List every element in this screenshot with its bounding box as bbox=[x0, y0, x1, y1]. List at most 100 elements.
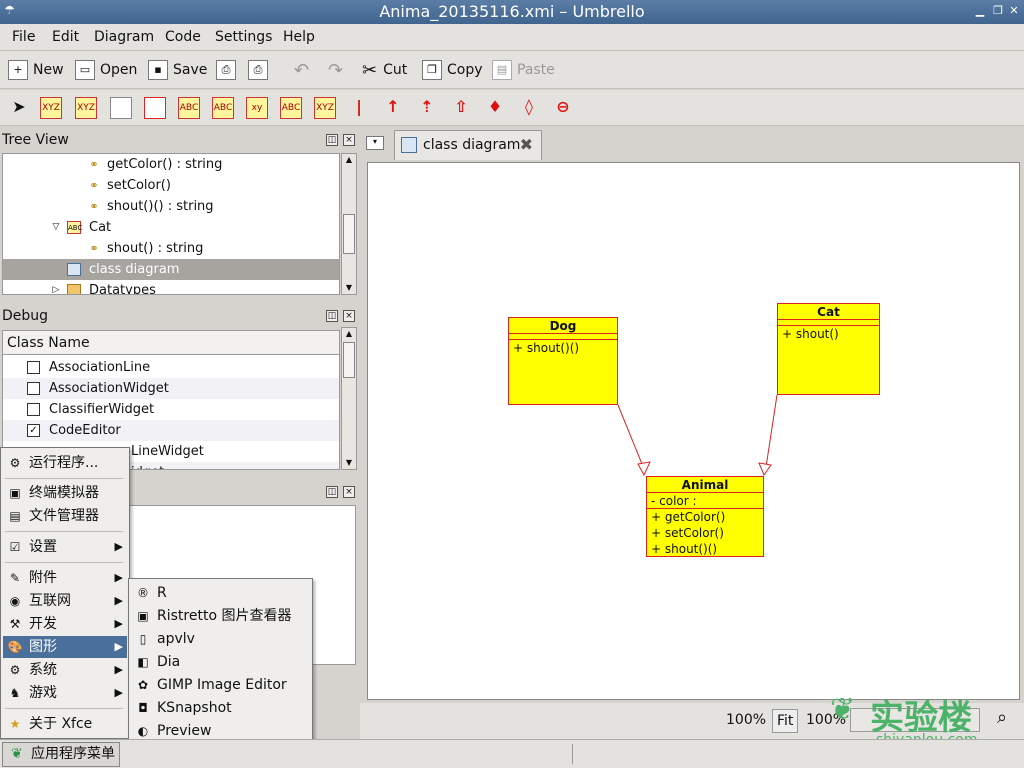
panel-close-icon[interactable]: × bbox=[343, 310, 355, 322]
print-button[interactable]: ⎙ bbox=[216, 59, 241, 81]
expand-arrow-icon[interactable]: ▷ bbox=[49, 284, 63, 294]
menu-item-development[interactable]: ⚒ 开发 ▶ bbox=[3, 613, 127, 635]
generalization-tool-icon[interactable]: ⇧ bbox=[450, 97, 472, 119]
class-tool-icon[interactable]: XYZ bbox=[40, 97, 62, 119]
menu-edit[interactable]: Edit bbox=[52, 29, 79, 45]
applications-menu-button[interactable]: ❦ 应用程序菜单 bbox=[2, 742, 120, 767]
text-tool-icon[interactable]: ABC bbox=[178, 97, 200, 119]
composition-tool-icon[interactable]: ◊ bbox=[518, 97, 540, 119]
redo-button[interactable]: ↷ bbox=[328, 59, 343, 81]
entity-tool-icon[interactable]: XYZ bbox=[314, 97, 336, 119]
tree-view-header: Tree View ◫ × bbox=[0, 129, 360, 153]
menu-item-graphics[interactable]: 🎨 图形 ▶ bbox=[3, 636, 127, 658]
menu-item-terminal[interactable]: ▣ 终端模拟器 bbox=[3, 482, 127, 504]
enum-tool-icon[interactable]: ABC bbox=[280, 97, 302, 119]
menu-item-file-manager[interactable]: ▤ 文件管理器 bbox=[3, 505, 127, 527]
scroll-down-icon[interactable]: ▼ bbox=[343, 457, 355, 469]
float-icon[interactable]: ◫ bbox=[326, 486, 338, 498]
tree-row[interactable]: ⚭ shout()() : string bbox=[3, 196, 339, 217]
box-tool-icon[interactable] bbox=[144, 97, 166, 119]
note-tool-icon[interactable] bbox=[110, 97, 132, 119]
menu-item-run[interactable]: ⚙ 运行程序... bbox=[3, 452, 127, 474]
tree-row-selected[interactable]: class diagram bbox=[3, 259, 339, 280]
select-arrow-icon[interactable]: ➤ bbox=[8, 97, 30, 119]
menu-item-settings[interactable]: ☑ 设置 ▶ bbox=[3, 536, 127, 558]
print-preview-button[interactable]: ⎙ bbox=[248, 59, 273, 81]
zoom-level: 100% bbox=[726, 712, 767, 728]
new-tab-icon[interactable]: ▾ bbox=[366, 136, 384, 150]
menu-item-about-xfce[interactable]: ★ 关于 Xfce bbox=[3, 713, 127, 735]
zoom-in-icon[interactable]: ⌕ bbox=[997, 707, 1007, 728]
minimize-icon[interactable]: ▁ bbox=[972, 3, 988, 19]
menu-help[interactable]: Help bbox=[283, 29, 315, 45]
taskbar: ❦ 应用程序菜单 bbox=[0, 739, 1024, 768]
float-icon[interactable]: ◫ bbox=[326, 310, 338, 322]
class-box-cat[interactable]: Cat + shout() bbox=[777, 303, 880, 395]
print-icon: ⎙ bbox=[216, 60, 236, 80]
tree-row[interactable]: ⚭ shout() : string bbox=[3, 238, 339, 259]
scroll-thumb[interactable] bbox=[343, 214, 355, 254]
maximize-icon[interactable]: ❐ bbox=[990, 3, 1006, 19]
checkbox[interactable] bbox=[27, 403, 40, 416]
class-box-dog[interactable]: Dog + shout()() bbox=[508, 317, 618, 405]
gimp-icon: ✿ bbox=[137, 678, 149, 692]
submenu-item-ristretto[interactable]: ▣ Ristretto 图片查看器 bbox=[131, 605, 311, 627]
tab-close-icon[interactable]: ✖ bbox=[520, 131, 533, 159]
menu-settings[interactable]: Settings bbox=[215, 29, 272, 45]
class-box-animal[interactable]: Animal - color : + getColor() + setColor… bbox=[646, 476, 764, 557]
menu-item-internet[interactable]: ◉ 互联网 ▶ bbox=[3, 590, 127, 612]
scroll-up-icon[interactable]: ▲ bbox=[343, 154, 355, 166]
menu-diagram[interactable]: Diagram bbox=[94, 29, 154, 45]
tree-row[interactable]: ⚭ getColor() : string bbox=[3, 154, 339, 175]
submenu-item-r[interactable]: ® R bbox=[131, 582, 311, 604]
column-header[interactable]: Class Name bbox=[3, 331, 339, 355]
menu-code[interactable]: Code bbox=[165, 29, 201, 45]
submenu-item-ksnapshot[interactable]: ◘ KSnapshot bbox=[131, 697, 311, 719]
scroll-down-icon[interactable]: ▼ bbox=[343, 282, 355, 294]
undo-button[interactable]: ↶ bbox=[294, 59, 309, 81]
close-icon[interactable]: ✕ bbox=[1006, 3, 1022, 19]
diagram-canvas[interactable]: Dog + shout()() Cat + shout() Animal - c… bbox=[367, 162, 1020, 700]
list-item[interactable]: AssociationWidget bbox=[3, 378, 339, 399]
panel-close-icon[interactable]: × bbox=[343, 486, 355, 498]
scroll-thumb[interactable] bbox=[343, 342, 355, 378]
list-item[interactable]: ClassifierWidget bbox=[3, 399, 339, 420]
fit-button[interactable]: Fit bbox=[772, 709, 799, 733]
checkbox[interactable] bbox=[27, 382, 40, 395]
cut-button[interactable]: ✂ Cut bbox=[362, 59, 407, 81]
tree-row[interactable]: ▷ Datatypes bbox=[3, 280, 339, 294]
collapse-arrow-icon[interactable]: ▽ bbox=[49, 221, 63, 234]
scroll-up-icon[interactable]: ▲ bbox=[343, 328, 355, 340]
dependency-tool-icon[interactable]: ⇡ bbox=[416, 97, 438, 119]
tree-row[interactable]: ⚭ setColor() bbox=[3, 175, 339, 196]
menu-file[interactable]: File bbox=[12, 29, 35, 45]
package-tool-icon[interactable]: XYZ bbox=[75, 97, 97, 119]
directional-association-icon[interactable]: ↑ bbox=[382, 97, 404, 119]
paste-button[interactable]: ▤ Paste bbox=[492, 59, 555, 81]
containment-tool-icon[interactable]: ⊖ bbox=[552, 97, 574, 119]
tree-row[interactable]: ▽ ABC Cat bbox=[3, 217, 339, 238]
debug-scrollbar[interactable]: ▲ ▼ bbox=[341, 327, 357, 470]
menu-item-accessories[interactable]: ✎ 附件 ▶ bbox=[3, 567, 127, 589]
aggregation-tool-icon[interactable]: ♦ bbox=[484, 97, 506, 119]
tree-scrollbar[interactable]: ▲ ▼ bbox=[341, 153, 357, 295]
save-button[interactable]: ▪ Save bbox=[148, 59, 207, 81]
submenu-item-apvlv[interactable]: ▯ apvlv bbox=[131, 628, 311, 650]
new-button[interactable]: + New bbox=[8, 59, 64, 81]
menu-item-games[interactable]: ♞ 游戏 ▶ bbox=[3, 682, 127, 704]
copy-button[interactable]: ❐ Copy bbox=[422, 59, 483, 81]
open-button[interactable]: ▭ Open bbox=[75, 59, 137, 81]
submenu-item-dia[interactable]: ◧ Dia bbox=[131, 651, 311, 673]
list-item[interactable]: ✓ CodeEditor bbox=[3, 420, 339, 441]
submenu-item-gimp[interactable]: ✿ GIMP Image Editor bbox=[131, 674, 311, 696]
panel-close-icon[interactable]: × bbox=[343, 134, 355, 146]
checkbox-checked[interactable]: ✓ bbox=[27, 424, 40, 437]
datatype-tool-icon[interactable]: xy bbox=[246, 97, 268, 119]
float-icon[interactable]: ◫ bbox=[326, 134, 338, 146]
checkbox[interactable] bbox=[27, 361, 40, 374]
interface-tool-icon[interactable]: ABC bbox=[212, 97, 234, 119]
tab-class-diagram[interactable]: class diagram ✖ bbox=[394, 130, 542, 160]
list-item[interactable]: AssociationLine bbox=[3, 357, 339, 378]
menu-item-system[interactable]: ⚙ 系统 ▶ bbox=[3, 659, 127, 681]
association-tool-icon[interactable]: | bbox=[348, 97, 370, 119]
